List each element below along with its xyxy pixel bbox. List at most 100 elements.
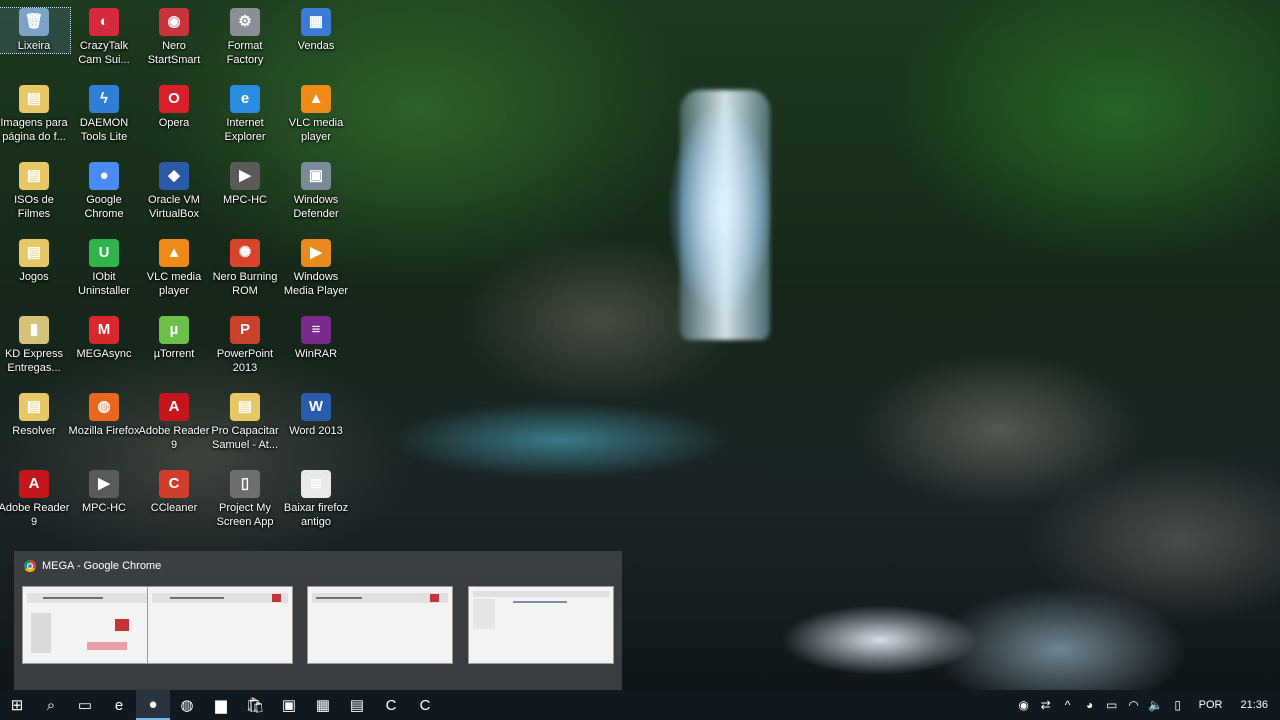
desktop-icon[interactable]: ▤ Pro Capacitar Samuel - At... [209,393,281,452]
connection-icon[interactable]: ◉ [1013,690,1035,720]
camtasia-icon[interactable]: C [374,690,408,720]
camtasia-recorder-icon[interactable]: C [408,690,442,720]
desktop-icon[interactable]: A Adobe Reader 9 [138,393,210,452]
firefox-icon[interactable]: ◍ [170,690,204,720]
desktop-icon-label: Jogos [19,271,49,283]
desktop-icon[interactable]: ◆ Oracle VM VirtualBox [138,162,210,221]
desktop-icon[interactable]: 🗑 Lixeira [0,7,71,54]
desktop-icon-label: Nero StartSmart [147,40,201,66]
desktop-icon[interactable]: ▣ Windows Defender [280,162,352,221]
edge-icon[interactable]: e [102,690,136,720]
desktop-icon[interactable]: ✺ Nero Burning ROM [209,239,281,298]
desktop-icon[interactable]: A Adobe Reader 9 [0,470,70,529]
antivirus-icon[interactable]: ◕ [1079,690,1101,720]
vlc-icon: ▲ [301,85,331,113]
desktop-icon[interactable]: ▶ MPC-HC [209,162,281,207]
calculator-icon[interactable]: ▦ [306,690,340,720]
desktop-icon[interactable]: ● Google Chrome [68,162,140,221]
desktop-icon-label: Internet Explorer [224,117,266,143]
desktop-icon-label: Pro Capacitar Samuel - At... [211,425,279,451]
desktop-icon-label: CrazyTalk Cam Sui... [78,40,130,66]
adobe-reader-icon: A [159,393,189,421]
vlc-icon: ▲ [159,239,189,267]
desktop-icon[interactable]: ▲ VLC media player [280,85,352,144]
desktop-icon[interactable]: ◐ CrazyTalk Cam Sui... [68,8,140,67]
window-thumbnail[interactable] [147,586,293,664]
chrome-icon [24,560,36,572]
desktop-icon[interactable]: ▮ KD Express Entregas... [0,316,70,375]
desktop-icon-label: Adobe Reader 9 [0,502,70,528]
desktop-icon[interactable]: O Opera [138,85,210,130]
desktop-icon[interactable]: ▤ Jogos [0,239,70,284]
ccleaner-icon: C [159,470,189,498]
desktop-icon[interactable]: ⚙ Format Factory [209,8,281,67]
folder-icon: ▤ [19,239,49,267]
desktop-icon[interactable]: C CCleaner [138,470,210,515]
volume-icon[interactable]: 🔈 [1145,690,1167,720]
desktop-icon[interactable]: ▯ Project My Screen App [209,470,281,529]
desktop-icon-label: µTorrent [153,348,195,360]
desktop-icon[interactable]: ▶ MPC-HC [68,470,140,515]
mpc-hc-icon: ▶ [89,470,119,498]
internet-explorer-icon: e [230,85,260,113]
show-hidden-icons-icon[interactable]: ^ [1057,690,1079,720]
action-center-icon[interactable]: ▯ [1167,690,1189,720]
desktop-icon[interactable]: µ µTorrent [138,316,210,361]
battery-icon[interactable]: ▭ [1101,690,1123,720]
virtualbox-icon: ◆ [159,162,189,190]
chrome-icon[interactable]: ● [136,690,170,720]
vendas-icon: ▦ [301,8,331,36]
desktop-icon[interactable]: W Word 2013 [280,393,352,438]
file-explorer-icon[interactable]: ▆ [204,690,238,720]
task-view-icon[interactable]: ▭ [68,690,102,720]
preview-title-row: MEGA - Google Chrome [24,560,161,572]
desktop-icon-label: Windows Defender [293,194,339,220]
windows-start-icon[interactable]: ⊞ [0,690,34,720]
search-icon[interactable]: ⌕ [34,690,68,720]
notepad-icon[interactable]: ▤ [340,690,374,720]
nero-icon: ◉ [159,8,189,36]
system-tray: ◉ ⇄ ^ ◕ ▭ ◠ 🔈 ▯ POR 21:36 [1013,690,1280,720]
project-screen-icon: ▯ [230,470,260,498]
desktop-icon[interactable]: ϟ DAEMON Tools Lite [68,85,140,144]
network-share-icon[interactable]: ⇄ [1035,690,1057,720]
desktop-icon-label: DAEMON Tools Lite [79,117,129,143]
desktop-icon-label: Oracle VM VirtualBox [148,194,200,220]
desktop-icon[interactable]: ▤ Resolver [0,393,70,438]
language-indicator[interactable]: POR [1189,699,1233,711]
winrar-taskbar-icon[interactable]: ▣ [272,690,306,720]
recycle-bin-icon: 🗑 [19,8,49,36]
desktop-icon[interactable]: U IObit Uninstaller [68,239,140,298]
desktop-icon-label: VLC media player [146,271,202,297]
text-file-icon: ≣ [301,470,331,498]
desktop-icon[interactable]: ≡ WinRAR [280,316,352,361]
desktop-icon[interactable]: ◉ Nero StartSmart [138,8,210,67]
media-player-icon: ▶ [301,239,331,267]
desktop-icon-label: Nero Burning ROM [212,271,278,297]
desktop-icon-label: Project My Screen App [216,502,274,528]
desktop-icon[interactable]: ▤ Imagens para página do f... [0,85,70,144]
store-icon[interactable]: 🛍 [238,690,272,720]
clock[interactable]: 21:36 [1232,699,1280,711]
desktop-icon-label: Lixeira [17,40,51,52]
window-thumbnail[interactable] [307,586,453,664]
windows-defender-icon: ▣ [301,162,331,190]
desktop-icon[interactable]: ▲ VLC media player [138,239,210,298]
folder-icon: ▤ [19,162,49,190]
desktop-icon[interactable]: ▦ Vendas [280,8,352,53]
desktop-icon[interactable]: ▤ ISOs de Filmes [0,162,70,221]
wifi-icon[interactable]: ◠ [1123,690,1145,720]
window-thumbnail[interactable] [468,586,614,664]
desktop-icon-label: VLC media player [288,117,344,143]
desktop-icon-label: CCleaner [150,502,198,514]
wallpaper-waterfall [680,90,770,340]
desktop-icon-label: PowerPoint 2013 [216,348,274,374]
desktop-icon[interactable]: P PowerPoint 2013 [209,316,281,375]
desktop-icon[interactable]: e Internet Explorer [209,85,281,144]
desktop-icon[interactable]: ▶ Windows Media Player [280,239,352,298]
desktop-icon[interactable]: ◍ Mozilla Firefox [68,393,140,438]
desktop-icon[interactable]: ≣ Baixar firefoz antigo [280,470,352,529]
desktop-icon[interactable]: M MEGAsync [68,316,140,361]
desktop-icon-label: Vendas [297,40,335,52]
taskbar-thumbnail-preview[interactable]: MEGA - Google Chrome [14,551,622,690]
